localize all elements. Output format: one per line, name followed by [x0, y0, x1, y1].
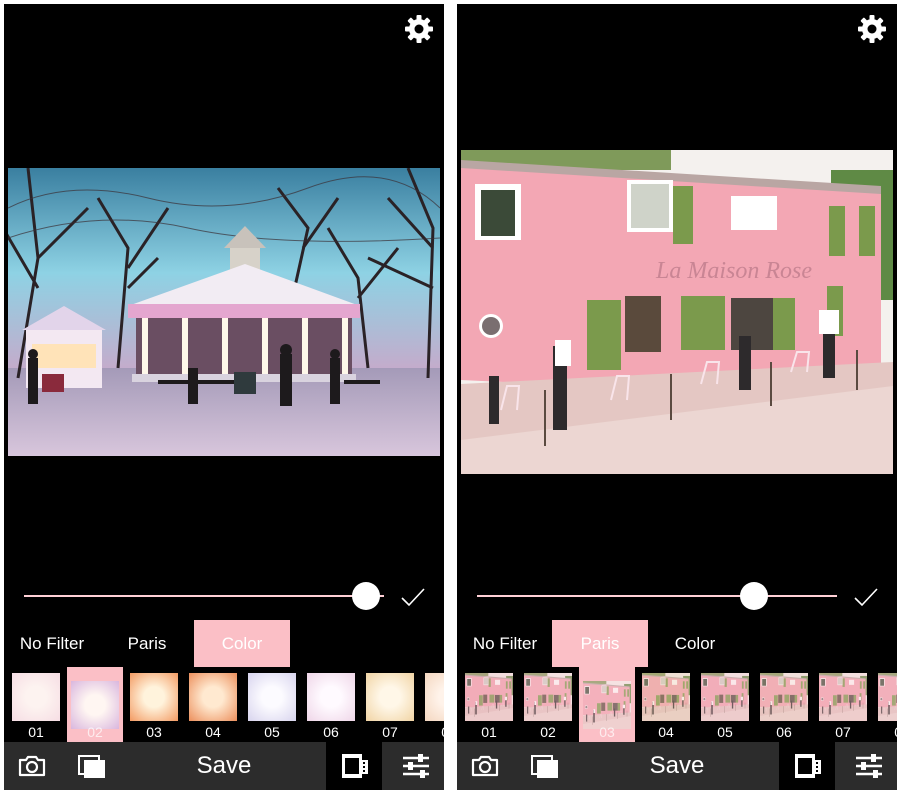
filter-thumb[interactable]: 02 — [520, 667, 576, 742]
photo-maison-rose: La Maison Rose — [461, 150, 893, 474]
filter-thumb[interactable]: 06 — [303, 667, 359, 742]
adjust-tab[interactable] — [388, 742, 444, 790]
category-tabs: No Filter Paris Color — [457, 620, 897, 667]
filter-label: 08 — [874, 724, 897, 740]
filter-label: 02 — [540, 724, 556, 740]
filter-label: 04 — [205, 724, 221, 740]
checkmark-icon[interactable] — [853, 586, 879, 608]
filter-thumb[interactable]: 04 — [638, 667, 694, 742]
film-strip-icon — [795, 754, 821, 778]
filter-thumb[interactable]: 03 — [126, 667, 182, 742]
tab-color[interactable]: Color — [647, 620, 743, 667]
filter-preview — [465, 673, 513, 721]
filter-preview — [12, 673, 60, 721]
filter-thumb[interactable]: 07 — [362, 667, 418, 742]
slider-track — [24, 595, 384, 597]
tab-paris[interactable]: Paris — [552, 620, 648, 667]
bottom-toolbar: Save — [4, 742, 444, 790]
filter-preview — [189, 673, 237, 721]
filter-label: 07 — [835, 724, 851, 740]
slider-thumb[interactable] — [740, 582, 769, 610]
filter-label: 08 — [421, 724, 444, 740]
filter-thumb[interactable]: 01 — [461, 667, 517, 742]
filter-preview — [524, 673, 572, 721]
checkmark-icon[interactable] — [400, 586, 426, 608]
filter-label: 01 — [28, 724, 44, 740]
slider-track — [477, 595, 837, 597]
filter-label: 03 — [146, 724, 162, 740]
tab-paris[interactable]: Paris — [99, 620, 195, 667]
filter-thumb[interactable]: 07 — [815, 667, 871, 742]
tab-color[interactable]: Color — [194, 620, 290, 667]
filter-preview — [307, 673, 355, 721]
filter-preview — [248, 673, 296, 721]
filter-label: 05 — [717, 724, 733, 740]
filter-preview — [366, 673, 414, 721]
screen-left: No Filter Paris Color 01 02 03 04 05 06 07 08 S… — [4, 4, 444, 790]
filter-thumb[interactable]: 03 — [579, 667, 635, 742]
tab-no-filter[interactable]: No Filter — [4, 620, 100, 667]
sliders-icon — [403, 754, 429, 778]
intensity-slider[interactable] — [477, 582, 837, 610]
save-button[interactable]: Save — [154, 742, 294, 790]
filter-preview — [760, 673, 808, 721]
filter-preview — [878, 673, 897, 721]
tab-no-filter[interactable]: No Filter — [457, 620, 553, 667]
filter-thumb[interactable]: 05 — [244, 667, 300, 742]
screen-right: La Maison Rose No Filter Paris Color 01 0… — [457, 4, 897, 790]
filter-thumb[interactable]: 05 — [697, 667, 753, 742]
sign-text: La Maison Rose — [655, 258, 812, 284]
adjust-tab[interactable] — [841, 742, 897, 790]
camera-icon[interactable] — [469, 750, 501, 782]
filter-preview — [130, 673, 178, 721]
sliders-icon — [856, 754, 882, 778]
filter-preview — [701, 673, 749, 721]
intensity-slider[interactable] — [24, 582, 384, 610]
film-tab[interactable] — [779, 742, 835, 790]
filter-preview — [71, 681, 119, 729]
filter-thumb[interactable]: 04 — [185, 667, 241, 742]
filter-label: 03 — [599, 724, 615, 740]
filter-thumb[interactable]: 08 — [874, 667, 897, 742]
filter-thumb[interactable]: 01 — [8, 667, 64, 742]
filter-preview — [583, 681, 631, 729]
filter-label: 06 — [776, 724, 792, 740]
filter-label: 04 — [658, 724, 674, 740]
slider-thumb[interactable] — [352, 582, 380, 610]
category-tabs: No Filter Paris Color — [4, 620, 444, 667]
gear-icon[interactable] — [404, 14, 434, 44]
camera-icon[interactable] — [16, 750, 48, 782]
gallery-icon[interactable] — [529, 750, 561, 782]
filter-label: 01 — [481, 724, 497, 740]
gallery-icon[interactable] — [76, 750, 108, 782]
film-strip-icon — [342, 754, 368, 778]
filter-label: 06 — [323, 724, 339, 740]
filter-thumb[interactable]: 08 — [421, 667, 444, 742]
filter-thumb[interactable]: 06 — [756, 667, 812, 742]
filter-label: 07 — [382, 724, 398, 740]
filter-preview — [642, 673, 690, 721]
gear-icon[interactable] — [857, 14, 887, 44]
filter-label: 05 — [264, 724, 280, 740]
filter-strip: 01 02 03 04 05 06 07 08 — [457, 667, 897, 742]
filter-label: 02 — [87, 724, 103, 740]
save-button[interactable]: Save — [607, 742, 747, 790]
film-tab[interactable] — [326, 742, 382, 790]
filter-preview — [819, 673, 867, 721]
photo-carousel — [8, 168, 440, 456]
filter-thumb[interactable]: 02 — [67, 667, 123, 742]
filter-strip: 01 02 03 04 05 06 07 08 — [4, 667, 444, 742]
bottom-toolbar: Save — [457, 742, 897, 790]
filter-preview — [425, 673, 444, 721]
